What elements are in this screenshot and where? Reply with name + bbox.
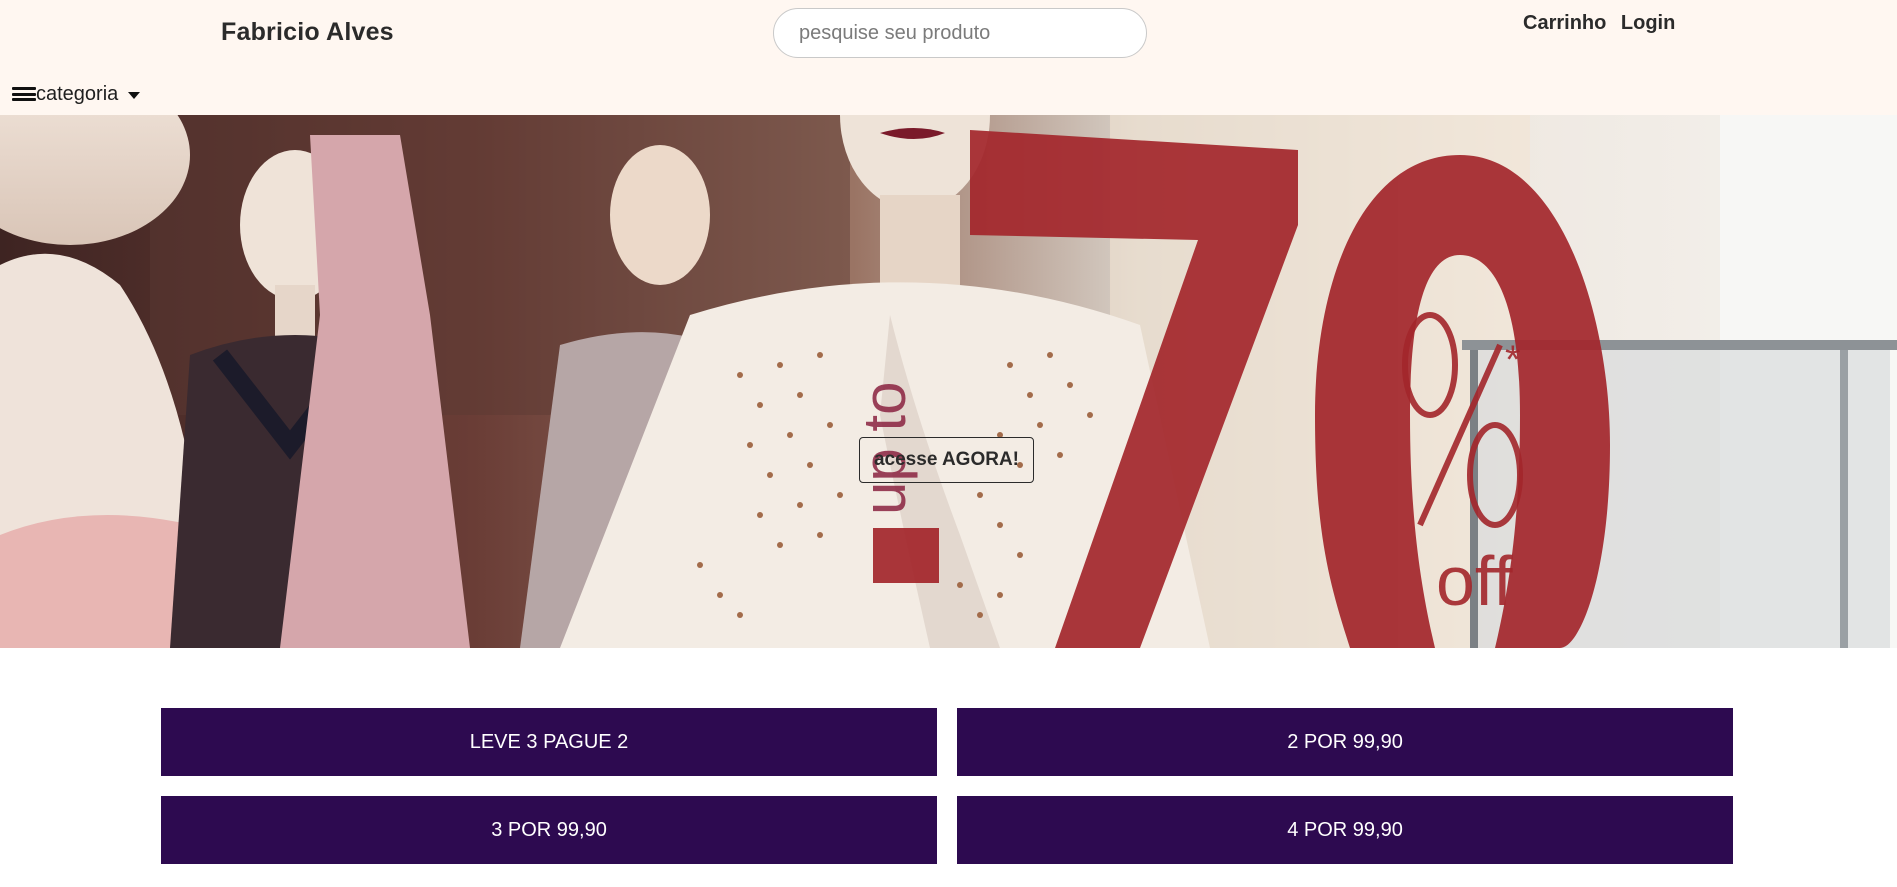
header: Fabricio Alves Carrinho Login categoria	[0, 0, 1897, 115]
caret-down-icon	[128, 91, 141, 99]
cart-link[interactable]: Carrinho	[1523, 12, 1606, 34]
svg-text:off: off	[1436, 542, 1513, 620]
nav-links: Carrinho Login	[1523, 12, 1684, 35]
promo-card[interactable]: 4 POR 99,90	[957, 796, 1733, 864]
hamburger-icon	[12, 87, 36, 101]
hero-banner: off * up to acesse AGORA!	[0, 115, 1897, 648]
brand-logo[interactable]: Fabricio Alves	[221, 18, 394, 47]
promo-card[interactable]: 2 POR 99,90	[957, 708, 1733, 776]
search-input[interactable]	[773, 8, 1147, 58]
hero-image: off * up to	[0, 115, 1897, 648]
promo-card[interactable]: 3 POR 99,90	[161, 796, 937, 864]
category-label: categoria	[36, 82, 119, 105]
cta-button[interactable]: acesse AGORA!	[859, 437, 1034, 483]
category-dropdown[interactable]: categoria	[12, 80, 141, 108]
login-link[interactable]: Login	[1621, 12, 1675, 34]
promo-card[interactable]: LEVE 3 PAGUE 2	[161, 708, 937, 776]
svg-text:*: *	[1505, 338, 1521, 382]
